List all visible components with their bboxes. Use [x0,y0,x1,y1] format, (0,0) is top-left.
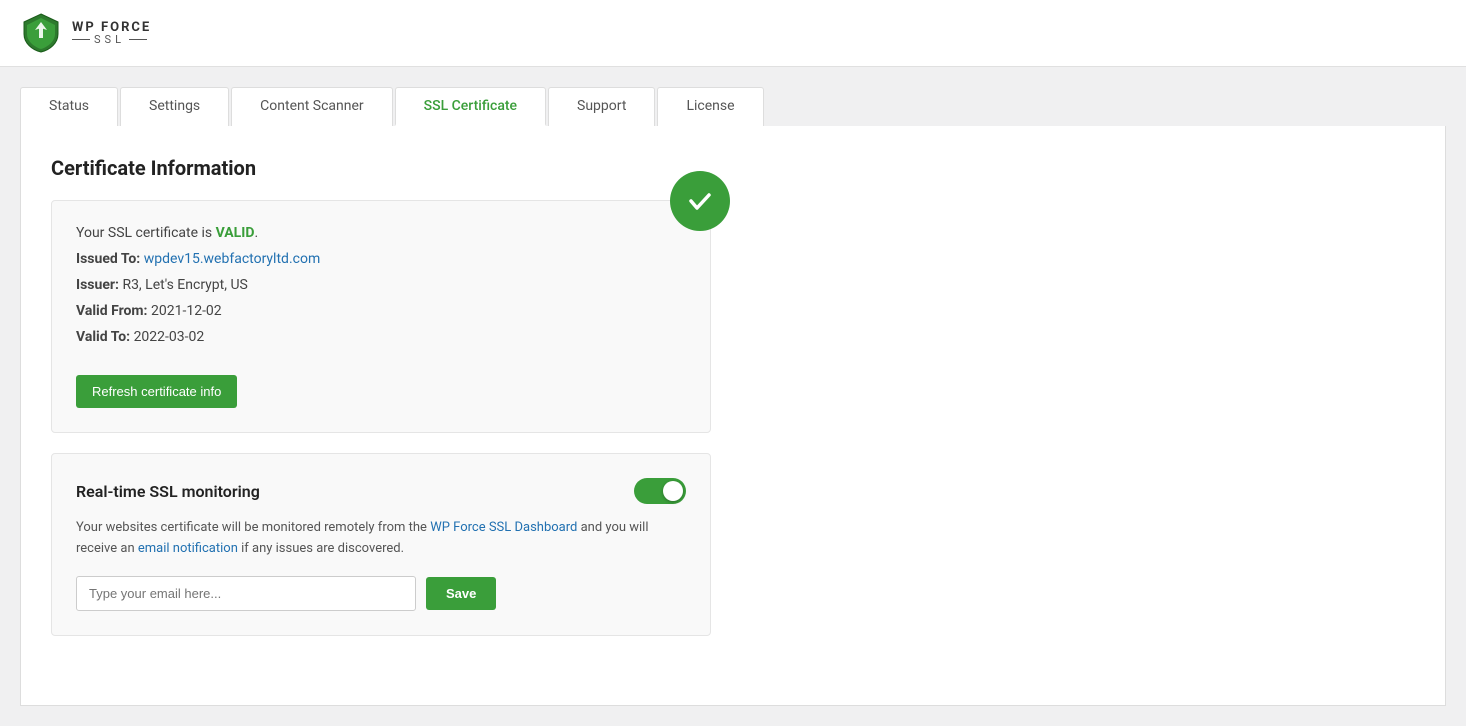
certificate-section-title: Certificate Information [51,156,1415,180]
tab-support[interactable]: Support [548,87,655,126]
monitoring-desc-link1[interactable]: WP Force SSL Dashboard [430,520,577,535]
monitoring-description: Your websites certificate will be monito… [76,518,686,560]
certificate-card: Your SSL certificate is VALID. Issued To… [51,200,711,433]
logo-text: WP FORCE SSL [72,21,151,45]
cert-issued-to-row: Issued To: wpdev15.webfactoryltd.com [76,251,686,267]
header: WP FORCE SSL [0,0,1466,67]
cert-valid-to-row: Valid To: 2022-03-02 [76,329,686,345]
tab-status[interactable]: Status [20,87,118,126]
cert-valid-to-val: 2022-03-02 [134,329,205,345]
tabs-bar: Status Settings Content Scanner SSL Cert… [0,67,1466,126]
checkmark-icon [685,186,715,216]
logo-ssl: SSL [72,34,151,45]
toggle-track [634,478,686,504]
monitoring-toggle[interactable] [634,478,686,504]
tab-ssl-certificate[interactable]: SSL Certificate [395,87,546,126]
cert-status-suffix: . [254,225,258,241]
cert-valid-to-label: Valid To: [76,329,130,345]
monitoring-header: Real-time SSL monitoring [76,478,686,504]
cert-valid-from-row: Valid From: 2021-12-02 [76,303,686,319]
logo-icon [20,12,62,54]
monitoring-desc-part3: if any issues are discovered. [238,541,404,556]
cert-valid-from-label: Valid From: [76,303,148,319]
valid-check-badge [670,171,730,231]
logo: WP FORCE SSL [20,12,151,54]
email-input[interactable] [76,576,416,611]
cert-issuer-row: Issuer: R3, Let's Encrypt, US [76,277,686,293]
main-content: Certificate Information Your SSL certifi… [20,126,1446,706]
email-row: Save [76,576,686,611]
tab-settings[interactable]: Settings [120,87,229,126]
cert-issuer-val: R3, Let's Encrypt, US [122,277,247,293]
tab-license[interactable]: License [657,87,763,126]
refresh-certificate-button[interactable]: Refresh certificate info [76,375,237,408]
monitoring-title: Real-time SSL monitoring [76,482,260,501]
tab-content-scanner[interactable]: Content Scanner [231,87,393,126]
monitoring-card: Real-time SSL monitoring Your websites c… [51,453,711,636]
cert-valid-from-val: 2021-12-02 [151,303,222,319]
cert-status-row: Your SSL certificate is VALID. [76,225,686,241]
cert-status-prefix: Your SSL certificate is [76,225,216,241]
save-button[interactable]: Save [426,577,496,610]
cert-issued-to-domain: wpdev15.webfactoryltd.com [144,251,321,267]
cert-issued-to-label: Issued To: [76,251,140,267]
toggle-thumb [663,481,683,501]
cert-issuer-label: Issuer: [76,277,119,293]
cert-status-valid: VALID [216,225,255,241]
monitoring-desc-part1: Your websites certificate will be monito… [76,520,430,535]
monitoring-desc-link2[interactable]: email notification [138,541,238,556]
